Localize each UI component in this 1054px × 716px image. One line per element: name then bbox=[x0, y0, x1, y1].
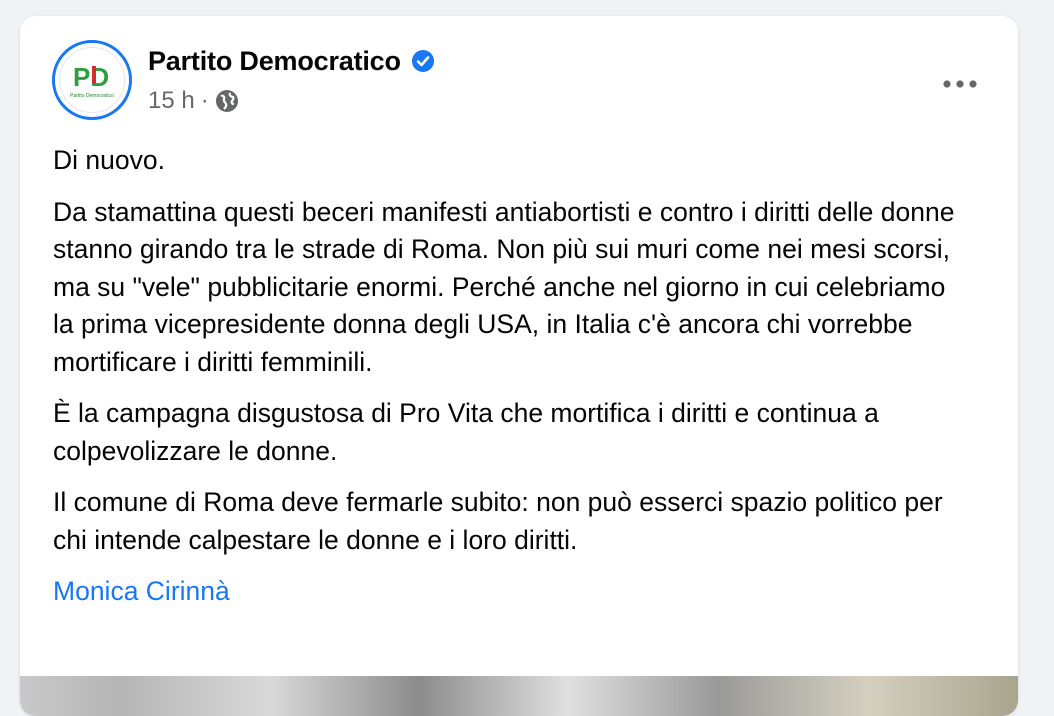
mention-link[interactable]: Monica Cirinnà bbox=[53, 573, 230, 611]
post-card: PD Partito Democratico Partito Democrati… bbox=[20, 16, 1018, 716]
post-header: PD Partito Democratico Partito Democrati… bbox=[52, 40, 992, 120]
post-paragraph: È la campagna disgustosa di Pro Vita che… bbox=[53, 398, 879, 466]
post-meta: 15 h · bbox=[148, 86, 239, 116]
avatar-subtext: Partito Democratico bbox=[70, 92, 114, 99]
post-image[interactable] bbox=[20, 676, 1018, 716]
post-paragraph: Da stamattina questi beceri manifesti an… bbox=[53, 196, 955, 377]
post-paragraph: Di nuovo. bbox=[53, 145, 165, 175]
globe-icon[interactable] bbox=[215, 89, 239, 113]
timestamp-link[interactable]: 15 h bbox=[148, 87, 195, 115]
avatar[interactable]: PD Partito Democratico bbox=[52, 40, 132, 120]
pd-logo-icon: PD bbox=[73, 62, 109, 92]
more-options-button[interactable] bbox=[938, 72, 982, 96]
page-name-link[interactable]: Partito Democratico bbox=[148, 46, 401, 77]
avatar-image: PD Partito Democratico bbox=[59, 47, 125, 113]
more-options-icon bbox=[943, 80, 977, 88]
svg-text:PD: PD bbox=[73, 62, 109, 92]
author-row: Partito Democratico bbox=[148, 44, 435, 78]
post-paragraph: Il comune di Roma deve fermarle subito: … bbox=[53, 487, 943, 555]
post-body: Di nuovo. Da stamattina questi beceri ma… bbox=[53, 142, 973, 611]
verified-badge-icon bbox=[411, 50, 434, 72]
meta-separator: · bbox=[200, 87, 209, 114]
